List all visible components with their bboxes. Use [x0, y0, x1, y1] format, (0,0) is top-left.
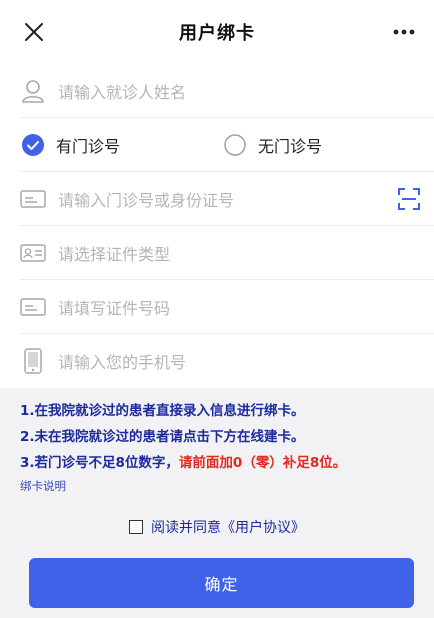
scan-icon[interactable] — [398, 188, 420, 210]
phone-icon — [24, 348, 42, 374]
notice-panel: 1.在我院就诊过的患者直接录入信息进行绑卡。 2.未在我院就诊过的患者请点击下方… — [0, 388, 434, 500]
confirm-button[interactable]: 确定 — [29, 558, 414, 608]
agreement-row[interactable]: 阅读并同意《用户协议》 — [0, 512, 434, 542]
radio-no-card-label: 无门诊号 — [258, 137, 323, 156]
notice-line-3: 3.若门诊号不足8位数字，请前面加0（零）补足8位。 — [20, 450, 434, 476]
card-number-field[interactable]: 请输入门诊号或身份证号 — [0, 172, 434, 226]
unchecked-radio-icon — [224, 134, 246, 156]
card-icon — [20, 298, 46, 316]
help-link[interactable]: 绑卡说明 — [20, 478, 434, 494]
id-number-input[interactable]: 请填写证件号码 — [58, 295, 170, 319]
close-icon[interactable] — [22, 20, 46, 44]
radio-no-card[interactable]: 无门诊号 — [224, 133, 322, 157]
nav-bar: 用户绑卡 — [0, 0, 434, 64]
notice-line-2: 2.未在我院就诊过的患者请点击下方在线建卡。 — [20, 429, 305, 445]
bind-card-form: 请输入就诊人姓名 有门诊号 无门诊号 请输入门诊号或身份证号 请选择证件类型 请… — [0, 64, 434, 388]
checked-radio-icon — [22, 134, 44, 156]
phone-input[interactable]: 请输入您的手机号 — [58, 349, 186, 373]
card-icon — [20, 190, 46, 208]
card-number-input[interactable]: 请输入门诊号或身份证号 — [58, 187, 234, 211]
name-input[interactable]: 请输入就诊人姓名 — [58, 79, 186, 103]
agreement-label[interactable]: 阅读并同意《用户协议》 — [151, 517, 305, 537]
notice-line-3-warning: 请前面加0（零）补足8位。 — [178, 455, 347, 471]
id-type-select[interactable]: 请选择证件类型 — [58, 241, 170, 265]
id-number-field[interactable]: 请填写证件号码 — [0, 280, 434, 334]
name-field[interactable]: 请输入就诊人姓名 — [0, 64, 434, 118]
phone-field[interactable]: 请输入您的手机号 — [0, 334, 434, 388]
card-type-radio-group: 有门诊号 无门诊号 — [0, 118, 434, 172]
person-icon — [22, 80, 44, 103]
more-icon[interactable] — [392, 28, 416, 36]
notice-line-1: 1.在我院就诊过的患者直接录入信息进行绑卡。 — [20, 403, 305, 419]
radio-has-card-label: 有门诊号 — [56, 137, 121, 156]
page-title: 用户绑卡 — [179, 23, 255, 44]
notice-line-3-prefix: 3.若门诊号不足8位数字， — [20, 455, 179, 471]
id-card-icon — [20, 244, 46, 262]
agreement-checkbox[interactable] — [129, 520, 143, 534]
radio-has-card[interactable]: 有门诊号 — [22, 133, 120, 157]
id-type-field[interactable]: 请选择证件类型 — [0, 226, 434, 280]
